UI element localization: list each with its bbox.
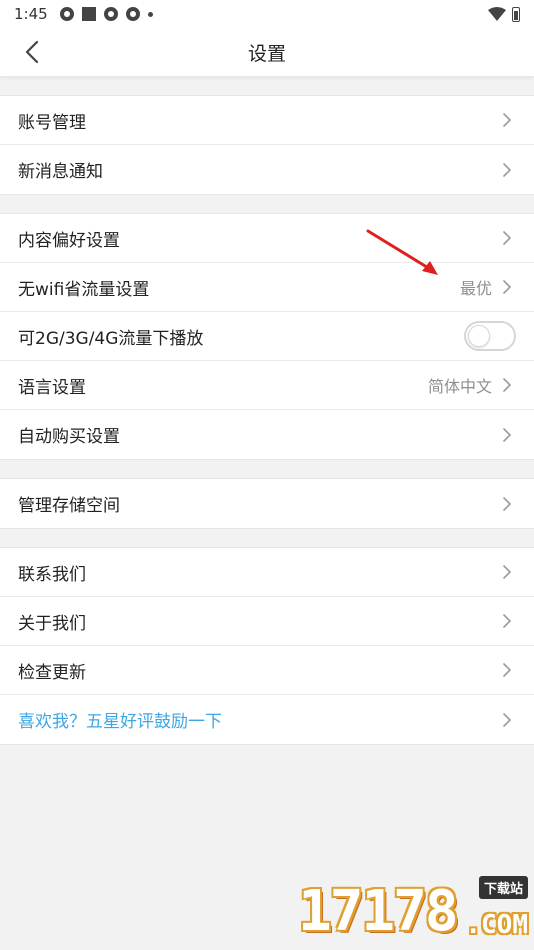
toggle-knob — [468, 325, 490, 347]
row-rate-app[interactable]: 喜欢我？五星好评鼓励一下 — [0, 695, 534, 744]
mobile-data-toggle[interactable] — [464, 321, 516, 351]
chevron-right-icon — [503, 378, 511, 392]
notification-square-icon — [81, 7, 96, 21]
row-manage-storage[interactable]: 管理存储空间 — [0, 479, 534, 528]
status-time: 1:45 — [14, 5, 48, 23]
row-value: 最优 — [459, 279, 492, 298]
chevron-right-icon — [503, 231, 511, 245]
back-button[interactable] — [14, 34, 50, 70]
row-label: 可2G/3G/4G流量下播放 — [18, 328, 204, 349]
row-label: 自动购买设置 — [18, 427, 120, 447]
chevron-right-icon — [503, 162, 511, 177]
row-content-preference[interactable]: 内容偏好设置 — [0, 214, 534, 263]
settings-group-content: 内容偏好设置 无wifi省流量设置 最优 可2G/3G/4G流量下播放 语言设置… — [0, 213, 534, 460]
notification-app-icon — [59, 7, 74, 21]
status-bar: 1:45 — [0, 0, 534, 28]
row-label: 联系我们 — [18, 564, 86, 585]
row-value: 简体中文 — [427, 377, 492, 396]
chevron-right-icon — [503, 712, 511, 727]
chevron-right-icon — [503, 663, 511, 677]
notification-app-icon — [125, 7, 140, 21]
chevron-right-icon — [503, 280, 511, 294]
chevron-right-icon — [503, 427, 511, 442]
watermark-badge: 下载站 — [478, 876, 528, 899]
system-icons — [488, 6, 520, 22]
settings-group-storage: 管理存储空间 — [0, 478, 534, 529]
row-label: 关于我们 — [18, 613, 86, 634]
row-mobile-data-playback: 可2G/3G/4G流量下播放 — [0, 312, 534, 361]
row-auto-purchase[interactable]: 自动购买设置 — [0, 410, 534, 459]
page-title: 设置 — [247, 42, 286, 65]
notification-icons — [59, 7, 153, 21]
row-account-management[interactable]: 账号管理 — [0, 96, 534, 145]
row-label: 语言设置 — [18, 377, 86, 398]
notification-app-icon — [103, 7, 118, 21]
chevron-right-icon — [503, 565, 511, 579]
settings-group-account: 账号管理 新消息通知 — [0, 95, 534, 195]
navigation-bar: 设置 — [0, 28, 534, 77]
watermark-logo: 17178 下载站 .COM — [298, 876, 528, 946]
chevron-left-icon — [25, 40, 39, 64]
row-label: 账号管理 — [18, 112, 86, 133]
row-message-notification[interactable]: 新消息通知 — [0, 145, 534, 194]
row-label: 喜欢我？五星好评鼓励一下 — [18, 712, 222, 732]
row-label: 管理存储空间 — [18, 496, 120, 516]
row-about-us[interactable]: 关于我们 — [0, 597, 534, 646]
chevron-right-icon — [503, 496, 511, 511]
row-data-saving[interactable]: 无wifi省流量设置 最优 — [0, 263, 534, 312]
chevron-right-icon — [503, 614, 511, 628]
battery-icon — [512, 6, 520, 22]
chevron-right-icon — [503, 113, 511, 127]
settings-group-about: 联系我们 关于我们 检查更新 喜欢我？五星好评鼓励一下 — [0, 547, 534, 745]
watermark-number: 17178 — [298, 879, 459, 944]
row-label: 无wifi省流量设置 — [18, 279, 150, 300]
row-contact-us[interactable]: 联系我们 — [0, 548, 534, 597]
row-label: 新消息通知 — [18, 162, 103, 182]
row-language[interactable]: 语言设置 简体中文 — [0, 361, 534, 410]
wifi-icon — [488, 7, 506, 21]
row-check-update[interactable]: 检查更新 — [0, 646, 534, 695]
row-label: 检查更新 — [18, 662, 86, 683]
row-label: 内容偏好设置 — [18, 230, 120, 251]
more-notifications-icon — [147, 11, 153, 17]
watermark-domain: .COM — [465, 910, 528, 940]
